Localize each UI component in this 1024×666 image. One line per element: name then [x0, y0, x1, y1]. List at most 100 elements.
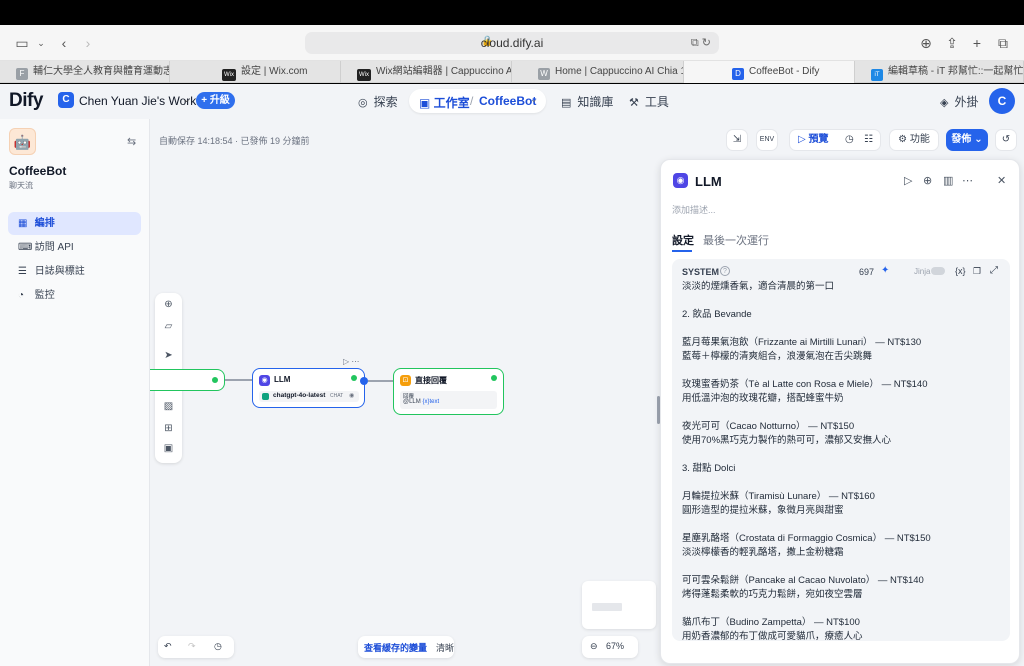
- book-icon[interactable]: ▥: [943, 174, 953, 187]
- system-prompt-editor[interactable]: SYSTEM ? 697 ✦ Jinja {x} ❐ ⤢ 淡淡的煙燻香氣，適合清…: [672, 259, 1010, 644]
- minimap[interactable]: [582, 581, 656, 629]
- redo-icon[interactable]: ↷: [188, 641, 196, 652]
- undo-redo-bar: ↶ ↷ ◷: [158, 636, 234, 658]
- tab-settings[interactable]: 設定: [672, 232, 694, 248]
- insert-variable-icon[interactable]: {x}: [955, 266, 966, 276]
- minimap-toggle-icon[interactable]: ▣: [155, 443, 182, 454]
- expand-icon[interactable]: ⤢: [990, 265, 998, 276]
- answer-content: 回覆 @LLM {x}text: [400, 391, 497, 409]
- download-icon[interactable]: ⊕: [918, 35, 934, 51]
- separator: /: [470, 94, 474, 108]
- sidebar-item-api[interactable]: ⌨ 訪問 API: [8, 236, 141, 259]
- forward-icon[interactable]: ›: [80, 35, 96, 51]
- sparkle-icon[interactable]: ✦: [881, 265, 889, 276]
- history-icon[interactable]: ◷: [845, 130, 854, 150]
- tab-label: 輔仁大學全人教育與體育運動志...: [33, 66, 170, 77]
- zoom-level: 67%: [606, 641, 625, 651]
- reload-icon[interactable]: ⧉ ↻: [691, 36, 711, 50]
- features-button[interactable]: ⚙ 功能: [889, 129, 939, 151]
- jinja-toggle[interactable]: [931, 267, 945, 275]
- coffeebot-icon: 🤖: [9, 128, 36, 155]
- answer-node-title: 直接回覆: [415, 376, 447, 385]
- tab-last-run[interactable]: 最後一次運行: [703, 232, 769, 248]
- tab-5-active[interactable]: D CoffeeBot - Dify: [684, 61, 855, 83]
- checklist-button[interactable]: ⇲: [726, 129, 748, 151]
- tab-1[interactable]: F 輔仁大學全人教育與體育運動志...: [0, 61, 170, 83]
- app-name: CoffeeBot: [9, 164, 67, 178]
- share-icon[interactable]: ⇪: [944, 35, 960, 51]
- publish-button[interactable]: 發佈 ⌄: [946, 129, 988, 151]
- checklist-icon[interactable]: ☷: [864, 130, 873, 150]
- edge-llm-answer: [368, 380, 393, 382]
- nav-plugins[interactable]: ◈ 外掛: [940, 93, 978, 110]
- side-menu: ▦ 編排 ⌨ 訪問 API ☰ 日誌與標註 ◔ 監控: [8, 212, 141, 308]
- dify-logo[interactable]: Dify: [9, 90, 43, 112]
- add-note-icon[interactable]: ▱: [155, 321, 182, 332]
- tab-2[interactable]: Wix 設定 | Wix.com: [170, 61, 341, 83]
- prompt-line: 淡淡檸檬香的輕乳酪塔，撒上金粉糖霜: [682, 547, 844, 558]
- description-input[interactable]: 添加描述...: [672, 203, 716, 216]
- chevron-down-icon[interactable]: ⌄: [183, 94, 191, 105]
- prompt-line: 月輪提拉米蘇（Tiramisù Lunare） — NT$160: [682, 491, 875, 502]
- address-bar[interactable]: 🔒 cloud.dify.ai ⧉ ↻: [305, 32, 719, 54]
- env-button[interactable]: ENV: [756, 129, 778, 151]
- run-icon[interactable]: ▷: [904, 174, 912, 187]
- version-history-button[interactable]: ↺: [995, 129, 1017, 151]
- cached-vars-button[interactable]: 查看緩存的變量: [364, 641, 427, 654]
- sidebar-item-monitor[interactable]: ◔ 監控: [8, 284, 141, 307]
- answer-node[interactable]: ⊡ 直接回覆 回覆 @LLM {x}text: [393, 368, 504, 415]
- undo-icon[interactable]: ↶: [164, 641, 172, 652]
- add-node-icon[interactable]: ⊕: [155, 299, 182, 310]
- nav-studio[interactable]: ▣ 工作室 / CoffeeBot ⌄: [409, 89, 546, 113]
- tab-6[interactable]: iT 編輯草稿 - iT 邦幫忙::一起幫忙...: [855, 61, 1024, 83]
- more-icon[interactable]: ⋯: [962, 174, 973, 187]
- nav-label: 外掛: [954, 95, 979, 109]
- zoom-control[interactable]: ⊖ 67%: [582, 636, 638, 658]
- nav-knowledge[interactable]: ▤ 知識庫: [561, 93, 613, 110]
- organize-icon[interactable]: ⊞: [155, 423, 182, 434]
- orchestrate-icon: ▦: [18, 218, 28, 229]
- help-icon[interactable]: ?: [720, 266, 730, 276]
- copy-icon[interactable]: ❐: [973, 266, 981, 277]
- tab-3[interactable]: Wix Wix網站編輯器 | Cappuccino AI...: [341, 61, 512, 83]
- var-node: LLM: [409, 399, 421, 405]
- screen-top-bar: [0, 0, 1024, 25]
- help-icon[interactable]: ⊕: [923, 174, 932, 187]
- close-icon[interactable]: ✕: [997, 174, 1006, 187]
- history-icon[interactable]: ◷: [214, 641, 222, 652]
- prompt-line: 藍莓＋檸檬的清爽組合，浪漫氣泡在舌尖跳舞: [682, 351, 873, 362]
- nav-explore[interactable]: ◎ 探索: [358, 93, 398, 110]
- upgrade-button[interactable]: + 升級: [196, 92, 235, 109]
- history-icon: ↺: [1001, 134, 1011, 145]
- sidebar-item-orchestrate[interactable]: ▦ 編排: [8, 212, 141, 235]
- back-icon[interactable]: ‹: [56, 35, 72, 51]
- start-node[interactable]: [150, 369, 225, 391]
- export-image-icon[interactable]: ▨: [155, 401, 182, 412]
- model-name: chatgpt-4o-latest: [273, 392, 326, 399]
- new-tab-icon[interactable]: +: [969, 35, 985, 51]
- hammer-icon: ⚒: [629, 97, 639, 109]
- nav-app-name[interactable]: CoffeeBot: [479, 94, 536, 108]
- tab-4[interactable]: W Home | Cappuccino AI Chia 1: [512, 61, 684, 83]
- sidebar-toggle-icon[interactable]: ▭: [14, 35, 30, 51]
- preview-button[interactable]: ▷ 預覽 ◷ ☷: [789, 129, 881, 151]
- prompt-line: 烤得蓬鬆柔軟的巧克力鬆餅，宛如夜空雲層: [682, 589, 863, 600]
- llm-node[interactable]: ◉ LLM chatgpt-4o-latest CHAT ◉: [252, 368, 365, 408]
- tab-overview-icon[interactable]: ⧉: [995, 35, 1011, 51]
- prompt-line: 星塵乳酪塔（Crostata di Formaggio Cosmica） — N…: [682, 533, 931, 544]
- tab-label: Home | Cappuccino AI Chia 1: [555, 66, 684, 77]
- url-text: cloud.dify.ai: [480, 36, 544, 50]
- sidebar-item-logs[interactable]: ☰ 日誌與標註: [8, 260, 141, 283]
- collapse-sidebar-icon[interactable]: ⇆: [127, 135, 136, 148]
- chevron-down-icon[interactable]: ⌄: [33, 35, 49, 51]
- user-avatar[interactable]: C: [989, 88, 1015, 114]
- prompt-line: [682, 448, 1002, 462]
- nav-tools[interactable]: ⚒ 工具: [629, 93, 669, 110]
- system-prompt-text[interactable]: 淡淡的煙燻香氣，適合清晨的第一口 2. 飲品 Bevande 藍月莓果氣泡飲（F…: [682, 280, 1002, 644]
- pointer-icon[interactable]: ➤: [155, 350, 182, 361]
- node-more-icon[interactable]: ▷ ⋯: [343, 357, 359, 366]
- chevron-down-icon[interactable]: ⌄: [530, 94, 538, 105]
- clear-button[interactable]: 清晰: [436, 641, 454, 654]
- node-handle[interactable]: [360, 377, 368, 385]
- prompt-line: 2. 飲品 Bevande: [682, 309, 752, 320]
